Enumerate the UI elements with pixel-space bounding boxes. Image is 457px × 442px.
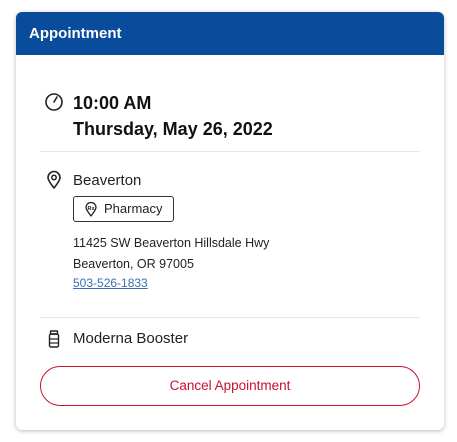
divider	[40, 317, 420, 318]
appointment-date: Thursday, May 26, 2022	[73, 119, 273, 139]
vaccine-vial-icon	[44, 329, 64, 349]
appointment-card: Appointment 10:00 AM Thursday, May 26, 2…	[16, 12, 444, 430]
location-pin-icon	[44, 170, 64, 190]
card-title: Appointment	[29, 25, 122, 42]
svg-text:Rx: Rx	[87, 206, 95, 212]
divider	[40, 151, 420, 152]
cancel-appointment-button[interactable]: Cancel Appointment	[40, 366, 420, 406]
pharmacy-badge: Rx Pharmacy	[73, 196, 174, 222]
pharmacy-badge-label: Pharmacy	[104, 201, 163, 216]
location-name: Beaverton	[73, 172, 142, 189]
vaccine-name: Moderna Booster	[73, 330, 189, 347]
phone-link[interactable]: 503-526-1833	[73, 275, 148, 291]
clock-icon	[44, 92, 64, 112]
card-header: Appointment	[16, 12, 444, 55]
address-line-2: Beaverton, OR 97005	[73, 257, 194, 271]
address-line-1: 11425 SW Beaverton Hillsdale Hwy	[73, 236, 270, 250]
rx-pharmacy-icon: Rx	[85, 201, 97, 217]
appointment-time: 10:00 AM	[73, 93, 152, 113]
